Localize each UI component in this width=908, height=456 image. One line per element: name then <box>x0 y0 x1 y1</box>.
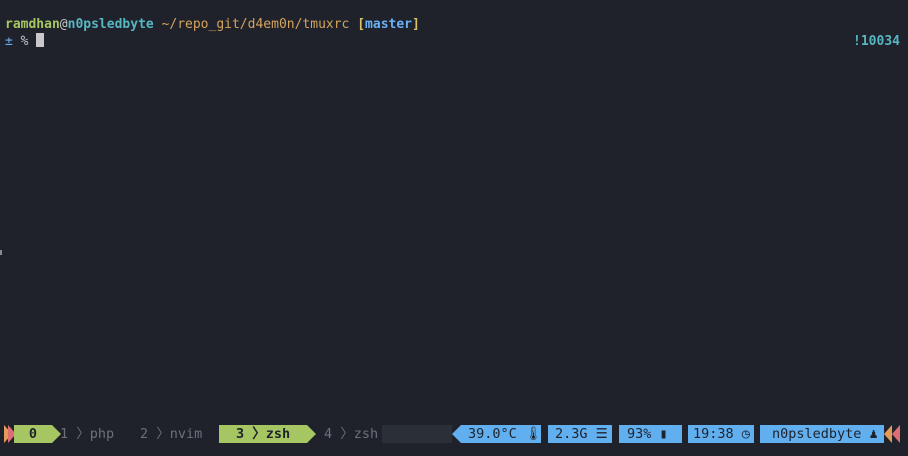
right-prompt-status: !10034 <box>853 34 900 49</box>
window-tab-1[interactable]: 1 〉php <box>60 425 114 443</box>
window-name: nvim <box>169 426 203 442</box>
prompt-line: ramdhan@n0psledbyte ~/repo_git/d4em0n/tm… <box>5 16 420 33</box>
git-status-symbol: ± <box>5 34 13 49</box>
time-value: 19:38 <box>693 426 734 442</box>
status-filler <box>382 425 452 443</box>
scroll-marker <box>0 250 2 255</box>
memory-segment: 2.3G ☰ <box>548 425 612 443</box>
tmux-status-bar: 0 1 〉php 2 〉nvim 3 〉zsh 4 〉zsh 39.0°C 🌡 … <box>0 423 908 443</box>
chevron-right-icon: 〉 <box>332 426 354 442</box>
window-index: 0 <box>28 426 38 442</box>
battery-icon: ▮ <box>651 426 668 442</box>
window-name: zsh <box>353 426 379 442</box>
temperature-segment: 39.0°C 🌡 <box>461 425 543 443</box>
time-segment: 19:38 ◷ <box>688 425 754 443</box>
window-name: php <box>89 426 115 442</box>
prompt-user: ramdhan <box>5 17 60 32</box>
branch-open: [ <box>357 17 366 32</box>
prompt-symbol: % <box>12 34 37 49</box>
prompt-host: n0psledbyte <box>67 17 154 32</box>
window-tab-0[interactable]: 0 <box>14 425 52 443</box>
window-index: 1 <box>60 426 69 442</box>
prompt-at: @ <box>59 17 68 32</box>
chevron-right-icon: 〉 <box>244 426 266 442</box>
memory-value: 2.3G <box>555 426 588 442</box>
battery-value: 93% <box>627 426 652 442</box>
text-cursor <box>36 33 45 47</box>
chevron-right-icon: 〉 <box>148 426 170 442</box>
window-tab-4[interactable]: 4 〉zsh <box>324 425 378 443</box>
right-arrow-orange <box>884 425 892 443</box>
hostname-segment: n0psledbyte ♟ <box>760 425 884 443</box>
terminal-window[interactable]: ramdhan@n0psledbyte ~/repo_git/d4em0n/tm… <box>0 0 908 423</box>
hostname-value: n0psledbyte <box>772 426 862 442</box>
branch-close: ] <box>412 17 420 32</box>
temperature-value: 39.0°C <box>468 426 517 442</box>
git-branch: master <box>365 17 413 32</box>
input-line[interactable]: ± % <box>5 33 45 50</box>
clock-icon: ◷ <box>733 426 750 442</box>
chevron-right-icon: 〉 <box>68 426 90 442</box>
right-arrow-pink <box>892 425 900 443</box>
prompt-path: ~/repo_git/d4em0n/tmuxrc <box>153 17 358 32</box>
window-name: zsh <box>265 426 291 442</box>
battery-segment: 93% ▮ <box>619 425 682 443</box>
user-icon: ♟ <box>861 426 878 442</box>
window-tab-3[interactable]: 3 〉zsh <box>219 425 307 443</box>
window-index: 4 <box>324 426 333 442</box>
window-index: 3 <box>236 426 245 442</box>
window-index: 2 <box>140 426 149 442</box>
database-icon: ☰ <box>587 426 608 442</box>
window-3-right-arrow <box>307 425 316 443</box>
window-tab-2[interactable]: 2 〉nvim <box>140 425 202 443</box>
thermometer-icon: 🌡 <box>516 426 543 442</box>
temp-left-arrow <box>452 425 461 443</box>
